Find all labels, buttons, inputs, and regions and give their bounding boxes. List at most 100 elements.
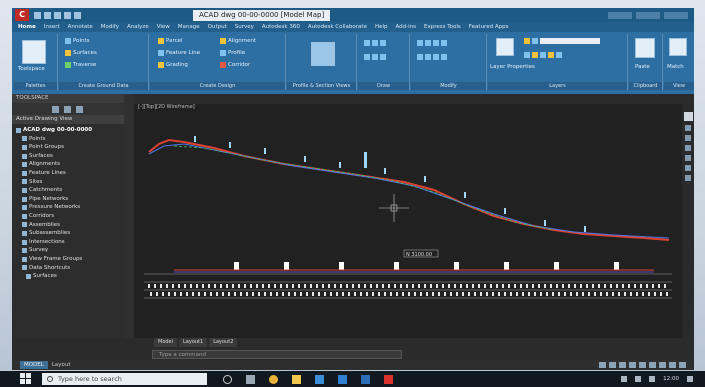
command-line[interactable]: Type a command	[152, 350, 402, 359]
snap-icon[interactable]	[609, 362, 616, 368]
line-tool[interactable]	[364, 40, 386, 46]
orbit-icon[interactable]	[685, 145, 691, 151]
arc-tool[interactable]	[364, 54, 386, 60]
ribbon-tab-view[interactable]: View	[157, 24, 170, 30]
task-view-icon[interactable]	[246, 374, 255, 384]
tree-item[interactable]: Surfaces	[16, 272, 124, 281]
viewcube-icon[interactable]	[683, 112, 693, 121]
open-icon[interactable]	[44, 11, 51, 19]
ribbon-tab-home[interactable]: Home	[18, 24, 36, 30]
ribbon-tab-add-ins[interactable]: Add-ins	[396, 24, 417, 30]
ortho-icon[interactable]	[619, 362, 626, 368]
ribbon-tab-modify[interactable]: Modify	[101, 24, 119, 30]
tree-item[interactable]: Subassemblies	[16, 229, 124, 238]
ribbon-tab-help[interactable]: Help	[375, 24, 388, 30]
profile-button[interactable]: Profile	[220, 50, 245, 56]
toolspace-button[interactable]: Toolspace	[18, 66, 45, 72]
mail-icon[interactable]	[361, 374, 370, 384]
ribbon-tab-insert[interactable]: Insert	[44, 24, 60, 30]
toolspace-view-selector[interactable]: Active Drawing View	[12, 115, 124, 124]
ribbon-tab-express-tools[interactable]: Express Tools	[424, 24, 461, 30]
ribbon-tab-analyze[interactable]: Analyze	[127, 24, 149, 30]
ribbon-tab-autodesk-360[interactable]: Autodesk 360	[262, 24, 300, 30]
showmotion-icon[interactable]	[685, 155, 691, 161]
tree-item[interactable]: ACAD dwg 00-00-0000	[16, 126, 124, 135]
annotation-scale-icon[interactable]	[659, 362, 666, 368]
move-tool[interactable]	[417, 40, 447, 46]
ribbon-tab-autodesk-collaborate[interactable]: Autodesk Collaborate	[308, 24, 367, 30]
paste-icon[interactable]	[635, 38, 655, 58]
customize-icon[interactable]	[679, 362, 686, 368]
toolspace-icon[interactable]	[22, 40, 46, 64]
layout-button[interactable]: Layout	[48, 361, 75, 369]
points-button[interactable]: Points	[65, 38, 90, 44]
toolspace-option-icon[interactable]	[52, 105, 59, 113]
tree-item[interactable]: Intersections	[16, 238, 124, 247]
grid-icon[interactable]	[599, 362, 606, 368]
tree-item[interactable]: Points	[16, 135, 124, 144]
tree-item[interactable]: Data Shortcuts	[16, 264, 124, 273]
feature-line-button[interactable]: Feature Line	[158, 50, 200, 56]
surfaces-button[interactable]: Surfaces	[65, 50, 97, 56]
layout-tab-model[interactable]: Model	[154, 338, 178, 347]
sign-in-button[interactable]	[636, 11, 660, 19]
notification-icon[interactable]	[687, 376, 693, 382]
app-logo[interactable]: C	[15, 9, 29, 21]
paste-button[interactable]: Paste	[635, 64, 650, 70]
profile-view-icon[interactable]	[311, 42, 335, 66]
tree-item[interactable]: View Frame Groups	[16, 255, 124, 264]
mirror-tool[interactable]	[417, 54, 447, 60]
match-properties-icon[interactable]	[669, 38, 687, 56]
osnap-icon[interactable]	[639, 362, 646, 368]
layout-tab-layout2[interactable]: Layout2	[209, 338, 238, 347]
new-icon[interactable]	[34, 11, 41, 19]
chrome-icon[interactable]	[269, 374, 278, 384]
layout-tab-layout1[interactable]: Layout1	[179, 338, 208, 347]
tree-item[interactable]: Alignments	[16, 160, 124, 169]
tree-item[interactable]: Catchments	[16, 186, 124, 195]
zoom-icon[interactable]	[685, 135, 691, 141]
corridor-button[interactable]: Corridor	[220, 62, 250, 68]
search-box[interactable]	[608, 11, 632, 19]
lineweight-icon[interactable]	[649, 362, 656, 368]
taskbar-search[interactable]: Type here to search	[42, 373, 207, 385]
toolspace-refresh-icon[interactable]	[64, 105, 71, 113]
tree-item[interactable]: Surfaces	[16, 152, 124, 161]
network-icon[interactable]	[635, 376, 642, 382]
parcel-button[interactable]: Parcel	[158, 38, 183, 44]
undo-icon[interactable]	[64, 11, 71, 19]
store-icon[interactable]	[338, 374, 347, 384]
steering-wheel-icon[interactable]	[685, 165, 691, 171]
grading-button[interactable]: Grading	[158, 62, 188, 68]
tree-item[interactable]: Survey	[16, 246, 124, 255]
layer-properties-button[interactable]: Layer Properties	[490, 64, 535, 70]
save-icon[interactable]	[54, 11, 61, 19]
cortana-icon[interactable]	[223, 374, 232, 384]
file-explorer-icon[interactable]	[292, 374, 301, 384]
tree-item[interactable]: Feature Lines	[16, 169, 124, 178]
tree-item[interactable]: Corridors	[16, 212, 124, 221]
workspace-icon[interactable]	[669, 362, 676, 368]
layer-properties-icon[interactable]	[496, 38, 514, 56]
drawing-canvas[interactable]: [-][Top][2D Wireframe] N 3100.00	[134, 104, 682, 338]
ribbon-tab-annotate[interactable]: Annotate	[68, 24, 93, 30]
edge-icon[interactable]	[315, 374, 324, 384]
ribbon-tab-output[interactable]: Output	[208, 24, 227, 30]
redo-icon[interactable]	[74, 11, 81, 19]
layer-dropdown[interactable]	[524, 38, 600, 44]
clock[interactable]: 12:00	[663, 376, 679, 382]
tree-item[interactable]: Sites	[16, 178, 124, 187]
tree-item[interactable]: Point Groups	[16, 143, 124, 152]
volume-icon[interactable]	[649, 376, 656, 382]
ribbon-tab-manage[interactable]: Manage	[178, 24, 200, 30]
chevron-up-icon[interactable]	[621, 376, 628, 382]
zoom-extents-icon[interactable]	[685, 175, 691, 181]
layer-tools[interactable]	[524, 52, 562, 58]
ribbon-tab-survey[interactable]: Survey	[235, 24, 254, 30]
alignment-button[interactable]: Alignment	[220, 38, 256, 44]
tree-item[interactable]: Pipe Networks	[16, 195, 124, 204]
tree-item[interactable]: Assemblies	[16, 221, 124, 230]
traverse-button[interactable]: Traverse	[65, 62, 96, 68]
match-button[interactable]: Match	[667, 64, 684, 70]
toolspace-settings-icon[interactable]	[76, 105, 83, 113]
